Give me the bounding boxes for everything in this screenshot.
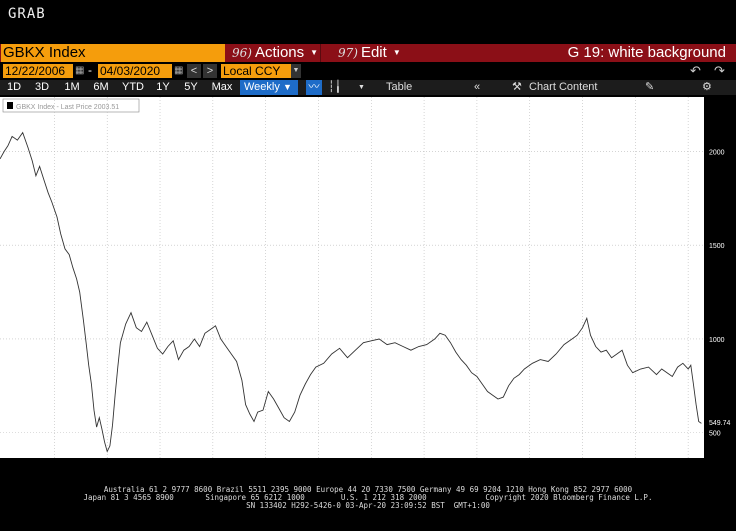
range-ytd[interactable]: YTD [118,80,148,95]
undo-icon[interactable]: ↶ [690,63,701,79]
legend-swatch [7,102,13,109]
range-3d[interactable]: 3D [30,80,54,95]
currency-select[interactable]: Local CCY ▼ [221,64,301,78]
y-tick-label: 1000 [709,337,725,344]
legend-label: GBKX Index - Last Price 2003.51 [16,104,119,111]
edit-icon[interactable]: ✎ [645,80,654,95]
prev-period-icon[interactable]: < [187,64,201,78]
price-chart: GBKX Index - Last Price 2003.51 500 1000 1… [0,96,736,459]
gear-icon[interactable]: ⚙ [702,80,712,95]
last-value-label: 549.74 [709,420,731,427]
collapse-icon[interactable]: « [474,80,480,95]
y-tick-label: 500 [709,431,721,438]
table-button[interactable]: Table [386,80,412,95]
range-1m[interactable]: 1M [59,80,85,95]
currency-value: Local CCY [223,64,281,78]
edit-label: Edit [360,44,387,61]
ticker-field[interactable]: GBKX Index [1,44,225,62]
bar-chart-icon[interactable]: ┆╽ [328,80,341,95]
redo-icon[interactable]: ↷ [714,63,725,79]
actions-menu[interactable]: 96) Actions ▼ [230,44,321,62]
chevron-down-icon[interactable]: ▼ [358,80,365,95]
edit-num: 97) [338,46,358,60]
footer-line: SN 133402 H292-5426-0 03-Apr-20 23:09:52… [246,501,490,510]
footer: Australia 61 2 9777 8600 Brazil 5511 239… [0,486,736,510]
chart-content-button[interactable]: Chart Content [529,80,597,95]
start-date-field[interactable]: 12/22/2006 [3,64,73,78]
template-title: G 19: white background [567,44,726,61]
wrench-icon[interactable]: ⚒ [512,80,522,95]
actions-num: 96) [232,46,252,60]
chart-area: GBKX Index - Last Price 2003.51 500 1000 1… [0,96,736,459]
next-period-icon[interactable]: > [203,64,217,78]
chevron-down-icon: ▼ [310,48,319,58]
range-1d[interactable]: 1D [2,80,26,95]
app-title: GRAB [8,6,46,22]
y-tick-label: 1500 [709,243,725,250]
range-6m[interactable]: 6M [88,80,114,95]
calendar-icon[interactable]: ▦ [75,64,85,78]
periodicity-value: Weekly [244,81,280,93]
range-1y[interactable]: 1Y [152,80,174,95]
date-separator: - [88,63,92,77]
periodicity-select[interactable]: Weekly ▼ [240,80,298,95]
actions-label: Actions [254,44,305,61]
range-max[interactable]: Max [208,80,236,95]
chevron-down-icon: ▼ [282,82,292,92]
calendar-icon[interactable]: ▦ [174,64,184,78]
chevron-down-icon: ▼ [291,64,301,78]
line-chart-icon[interactable]: 〰 [306,80,322,95]
end-date-field[interactable]: 04/03/2020 [98,64,172,78]
chevron-down-icon: ▼ [392,48,401,58]
range-5y[interactable]: 5Y [180,80,202,95]
edit-menu[interactable]: 97) Edit ▼ [336,44,408,62]
y-tick-label: 2000 [709,149,725,156]
